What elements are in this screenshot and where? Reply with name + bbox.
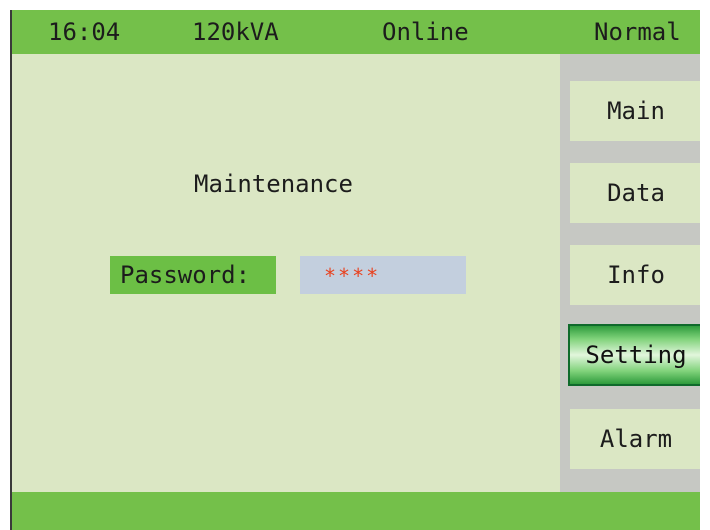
main-button[interactable]: Main bbox=[570, 81, 700, 141]
navigation-sidebar: Main Data Info Setting Alarm bbox=[560, 54, 700, 492]
setting-button[interactable]: Setting bbox=[568, 324, 700, 386]
alarm-button[interactable]: Alarm bbox=[570, 409, 700, 469]
connection-status: Online bbox=[382, 18, 469, 46]
main-panel: Maintenance Password: **** bbox=[12, 54, 560, 492]
password-input[interactable]: **** bbox=[300, 256, 466, 294]
info-button[interactable]: Info bbox=[570, 245, 700, 305]
display-screen: 16:04 120kVA Online Normal Maintenance P… bbox=[10, 10, 700, 530]
operating-mode: Normal bbox=[594, 18, 681, 46]
data-button[interactable]: Data bbox=[570, 163, 700, 223]
status-bar: 16:04 120kVA Online Normal bbox=[12, 10, 700, 54]
page-title: Maintenance bbox=[194, 170, 353, 198]
clock-time: 16:04 bbox=[48, 18, 121, 46]
bottom-status-bar bbox=[12, 492, 700, 530]
password-label: Password: bbox=[110, 256, 276, 294]
capacity-rating: 120kVA bbox=[192, 18, 279, 46]
